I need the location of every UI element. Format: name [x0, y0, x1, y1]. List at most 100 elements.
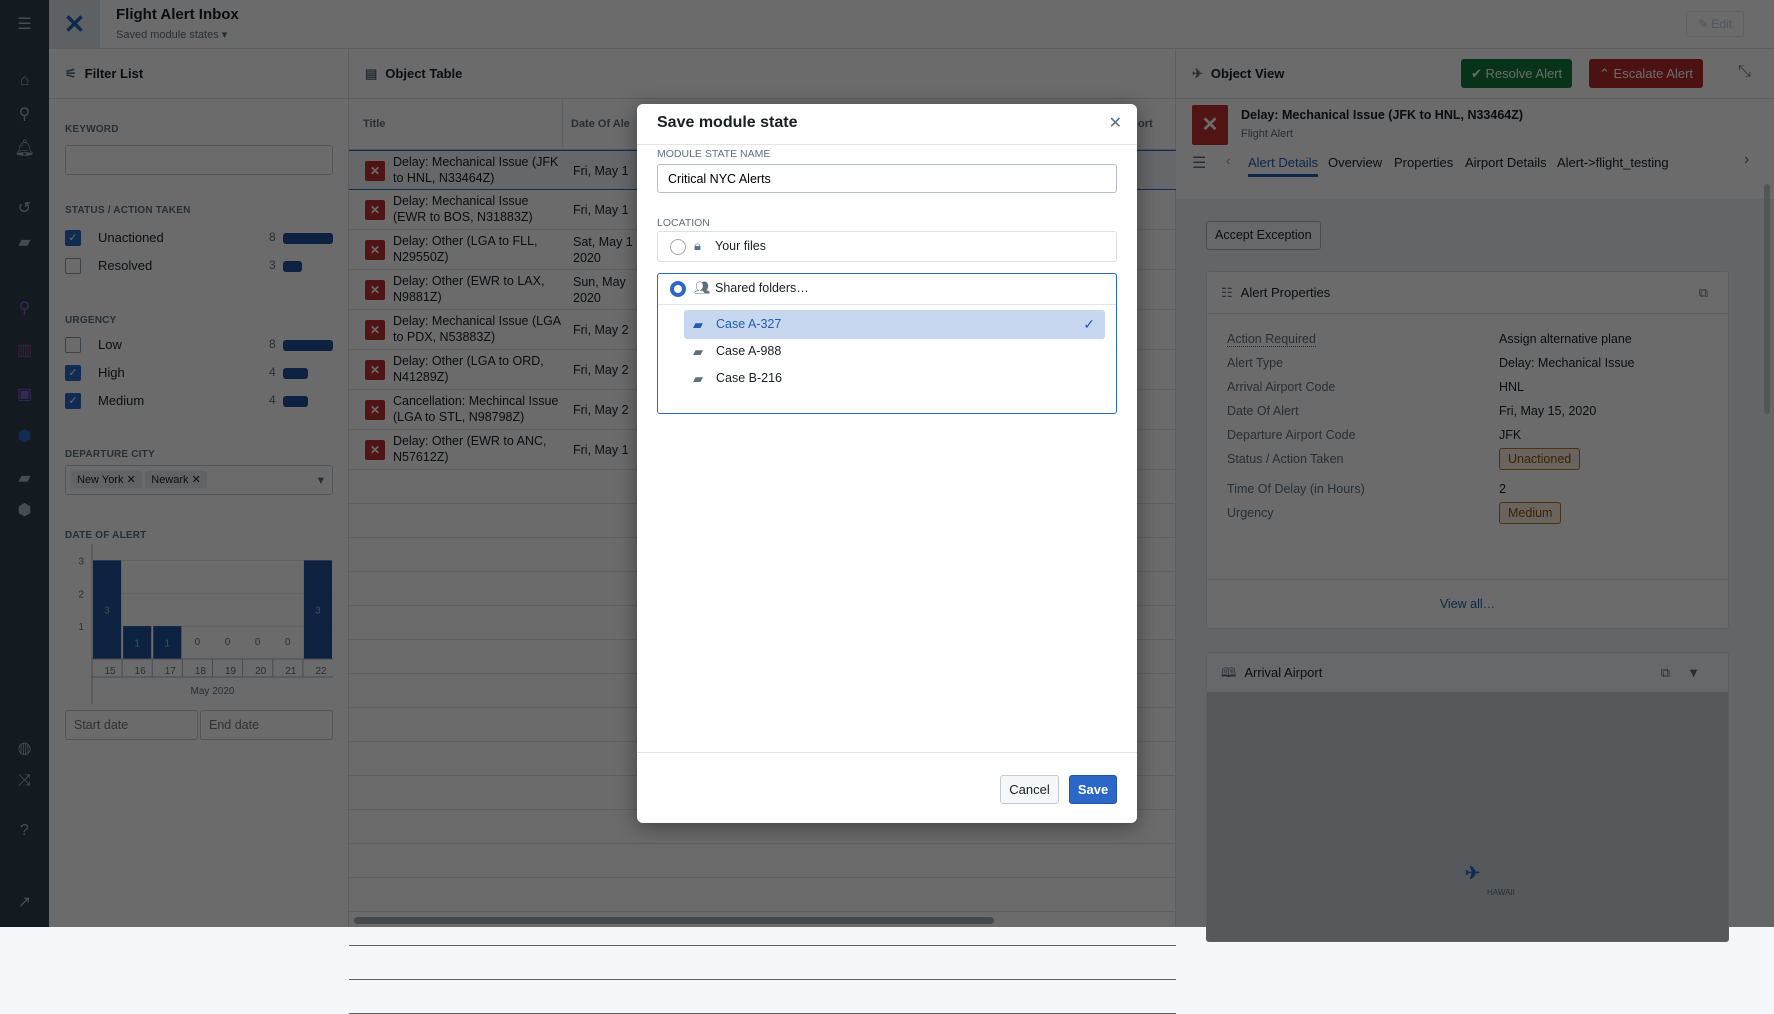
map[interactable]: ✈︎ HAWAII [1207, 692, 1728, 941]
departure-city-multiselect[interactable]: New York ✕ Newark ✕ ▾ [65, 465, 333, 495]
resolve-alert-button[interactable]: ✔ Resolve Alert [1461, 59, 1573, 88]
urgency-label: URGENCY [65, 315, 117, 326]
column-header-title[interactable]: Title [349, 99, 563, 150]
start-date-input[interactable] [65, 710, 198, 740]
row-title: Delay: Mechanical Issue (LGA to PDX, N53… [393, 314, 561, 344]
tab-alert-flight-testing[interactable]: Alert->flight_testing [1557, 155, 1669, 170]
vertical-scrollbar[interactable] [1764, 184, 1770, 414]
folder-item[interactable]: ▰ Case B-216 [684, 364, 1105, 393]
flight-alert-icon: ✕ [1192, 105, 1228, 145]
favorite-object-icon[interactable]: ⬢ [0, 500, 49, 520]
history-icon[interactable]: ↺ [0, 198, 49, 218]
your-files-option[interactable]: 🔒︎ Your files [657, 231, 1117, 262]
bell-icon[interactable]: 🔔︎ [0, 138, 49, 158]
city-tag: Newark ✕ [145, 471, 207, 488]
row-date-line: Fri, May 2 [573, 363, 629, 377]
pencil-icon: ✎ [1697, 17, 1709, 31]
escalate-alert-button[interactable]: ⌃ Escalate Alert [1589, 59, 1704, 88]
filter-option[interactable]: ✓ Medium 4 [65, 391, 333, 411]
accept-exception-button[interactable]: Accept Exception [1206, 221, 1321, 250]
escalate-label: Escalate Alert [1613, 66, 1694, 81]
filter-panel-header: ⚟ Filter List [49, 49, 348, 99]
filter-option[interactable]: ✓ Unactioned 8 [65, 228, 333, 248]
property-label: Date Of Alert [1227, 404, 1299, 418]
chart-app-icon[interactable]: ▥ [0, 340, 49, 360]
open-external-icon[interactable]: ⧉ [1699, 272, 1708, 314]
x-tick-label: 17 [165, 666, 177, 677]
cube-icon[interactable]: ⬢ [0, 426, 49, 446]
arrival-airport-title: Arrival Airport [1244, 665, 1323, 680]
column-header-airport[interactable]: ort [1138, 99, 1176, 150]
checkbox-checked[interactable]: ✓ [65, 230, 81, 246]
remove-tag-icon[interactable]: ✕ [127, 474, 136, 486]
property-value: Unactioned [1499, 448, 1581, 470]
search-icon[interactable]: ⚲ [0, 104, 49, 124]
checkbox[interactable] [65, 337, 81, 353]
folder-icon[interactable]: ▰ [0, 232, 49, 252]
folder-item[interactable]: ▰ Case A-988 [684, 337, 1105, 366]
open-external-icon[interactable]: ⧉ [1661, 653, 1670, 692]
object-title-bar: ✕ Delay: Mechanical Issue (JFK to HNL, N… [1176, 99, 1774, 199]
folder-item[interactable]: ▰ Case A-327 ✓ [684, 310, 1105, 339]
property-value-text: Delay: Mechanical Issue [1499, 356, 1635, 370]
view-all-link[interactable]: View all… [1207, 579, 1728, 629]
count-bar [283, 340, 333, 351]
filter-option-label: Medium [98, 393, 145, 408]
alert-icon: ✕ [365, 400, 385, 420]
home-icon[interactable]: ⌂ [0, 72, 49, 90]
property-value: JFK [1499, 428, 1521, 442]
property-label: Status / Action Taken [1227, 452, 1344, 466]
checkbox[interactable] [65, 258, 81, 274]
tab-properties[interactable]: Properties [1394, 155, 1453, 170]
workshop-app-icon[interactable]: ▣ [0, 384, 49, 404]
tabs-scroll-right-icon[interactable]: › [1744, 151, 1749, 169]
favorite-folder-icon[interactable]: ▰ [0, 468, 49, 488]
external-link-icon[interactable]: ↗ [0, 892, 49, 912]
help-icon[interactable]: ? [0, 822, 49, 840]
save-button[interactable]: Save [1069, 775, 1117, 804]
alert-icon: ✕ [365, 320, 385, 340]
checkbox-checked[interactable]: ✓ [65, 365, 81, 381]
saved-module-states-dropdown[interactable]: Saved module states ▾ [116, 28, 227, 41]
checkbox-checked[interactable]: ✓ [65, 393, 81, 409]
object-explorer-icon[interactable]: ⚲ [0, 298, 49, 318]
edit-button[interactable]: ✎ Edit [1686, 11, 1744, 37]
empty-row [349, 946, 1176, 980]
close-icon[interactable]: ✕ [1109, 113, 1122, 133]
your-files-radio[interactable] [670, 239, 686, 255]
airport-marker-icon[interactable]: ✈︎ [1465, 863, 1480, 884]
end-date-input[interactable] [200, 710, 333, 740]
tabs-scroll-left-icon[interactable]: ‹ [1226, 153, 1230, 168]
count-bar [283, 233, 333, 244]
filter-option[interactable]: Low 8 [65, 335, 333, 355]
hamburger-menu-icon[interactable]: ☰ [1192, 153, 1206, 173]
cancel-button[interactable]: Cancel [1000, 775, 1059, 804]
tab-overview[interactable]: Overview [1328, 155, 1382, 170]
shared-folders-option[interactable]: 👥︎ Shared folders… ▰ Case A-327 ✓ ▰ Case A-9… [657, 273, 1117, 414]
globe-icon[interactable]: ◍ [0, 738, 49, 758]
property-label: Alert Type [1227, 356, 1284, 370]
filter-option[interactable]: Resolved 3 [65, 256, 333, 276]
shuffle-icon[interactable]: ⤨ [0, 772, 49, 790]
shared-folders-row[interactable]: 👥︎ Shared folders… [658, 274, 1116, 305]
keyword-input[interactable] [65, 145, 333, 175]
filter-icon[interactable]: ▼ [1687, 653, 1700, 692]
shared-folders-radio[interactable] [670, 281, 686, 297]
empty-row [349, 912, 1176, 946]
module-state-name-input[interactable] [657, 164, 1117, 193]
arrival-airport-card: 🕮︎ Arrival Airport ⧉ ▼ ✈︎ HAWAII [1206, 652, 1729, 942]
remove-tag-icon[interactable]: ✕ [192, 474, 201, 486]
tab-airport-details[interactable]: Airport Details [1465, 155, 1547, 170]
property-value: Medium [1499, 502, 1562, 524]
filter-option-label: Low [98, 337, 122, 352]
filter-option[interactable]: ✓ High 4 [65, 363, 333, 383]
minimize-icon[interactable]: ⤡ [1738, 63, 1751, 81]
bar-value-label: 0 [285, 637, 291, 648]
row-date: Fri, May 1 [573, 433, 635, 467]
tab-alert-details[interactable]: Alert Details [1248, 155, 1319, 177]
expand-menu-icon[interactable]: ☰ [0, 14, 49, 34]
object-view-title: Object View [1210, 66, 1285, 81]
folder-icon: ▰ [693, 317, 703, 332]
date-of-alert-chart[interactable]: 1 2 3 3 15 1 16 1 17 0 18 0 19 0 20 0 21 3 22 May 2020 [65, 544, 335, 709]
bar-value-label: 0 [255, 637, 261, 648]
